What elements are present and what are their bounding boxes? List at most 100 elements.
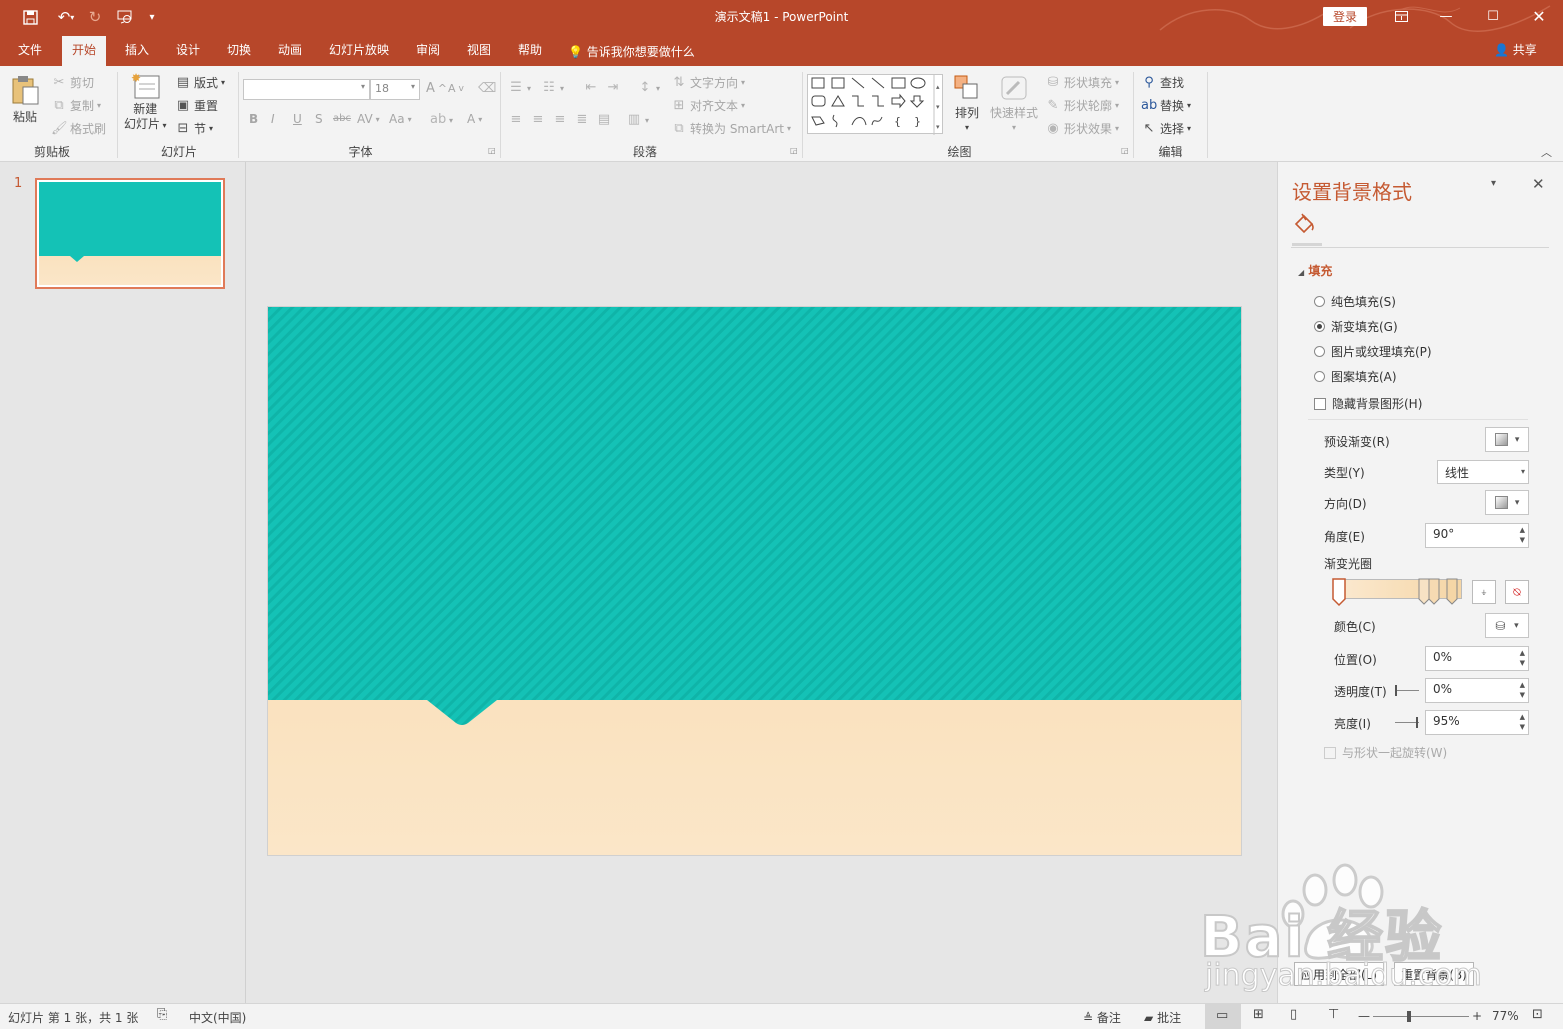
text-shadow-button[interactable]: S	[315, 112, 323, 126]
grow-font-button[interactable]: A ^	[426, 81, 447, 96]
maximize-icon[interactable]: ☐	[1481, 5, 1505, 27]
tab-view[interactable]: 视图	[462, 41, 496, 66]
shapes-gallery[interactable]: {} ▴ ▾ ▾	[807, 74, 943, 135]
strikethrough-button[interactable]: abc	[333, 113, 351, 124]
tab-animations[interactable]: 动画	[273, 41, 307, 66]
zoom-level[interactable]: 77%	[1492, 1009, 1519, 1023]
slide-thumbnail[interactable]	[35, 178, 225, 289]
paragraph-dialog-launcher-icon[interactable]: ◲	[790, 146, 798, 155]
type-dropdown[interactable]: 线性 ▾	[1437, 460, 1529, 484]
decrease-indent-button[interactable]: ⇤	[583, 80, 599, 96]
language-indicator[interactable]: 中文(中国)	[189, 1009, 246, 1026]
underline-button[interactable]: U	[293, 112, 302, 126]
shape-fill-button[interactable]: ⛁ 形状填充 ▾	[1045, 74, 1119, 91]
zoom-out-icon[interactable]: —	[1358, 1009, 1370, 1023]
align-left-button[interactable]: ≡	[508, 112, 524, 128]
hide-background-checkbox[interactable]	[1314, 397, 1326, 410]
layout-button[interactable]: ▤ 版式 ▾	[175, 74, 225, 91]
gradient-fill-radio[interactable]	[1314, 321, 1325, 332]
bold-button[interactable]: B	[249, 112, 258, 126]
apply-to-all-button[interactable]: 应用到全部(L)	[1294, 962, 1384, 986]
find-button[interactable]: ⚲ 查找	[1141, 74, 1184, 91]
gradient-stops-bar[interactable]	[1332, 578, 1462, 607]
convert-smartart-button[interactable]: ⧉ 转换为 SmartArt ▾	[671, 120, 791, 137]
justify-button[interactable]: ≣	[574, 112, 590, 128]
char-spacing-button[interactable]: AV ▾	[357, 112, 380, 126]
arrange-button[interactable]: 排列 ▾	[953, 74, 981, 132]
position-input[interactable]: 0% ▲ ▼	[1425, 646, 1529, 671]
comments-button[interactable]: ▰ 批注	[1144, 1009, 1181, 1026]
spellcheck-icon[interactable]: ⎘	[157, 1007, 167, 1022]
transparency-input[interactable]: 0% ▲ ▼	[1425, 678, 1529, 703]
zoom-slider-thumb[interactable]	[1407, 1011, 1411, 1022]
zoom-slider[interactable]	[1373, 1011, 1469, 1022]
clear-format-button[interactable]: ⌫	[478, 81, 496, 97]
font-color-button[interactable]: A ▾	[467, 112, 482, 126]
preset-gradient-dropdown[interactable]: ▾	[1485, 427, 1529, 452]
numbering-button[interactable]: ☷ ▾	[541, 80, 564, 96]
quick-styles-button[interactable]: 快速样式 ▾	[990, 74, 1038, 132]
bullets-button[interactable]: ☰ ▾	[508, 80, 531, 96]
spin-arrows-icon[interactable]: ▲ ▼	[1520, 648, 1525, 668]
highlight-button[interactable]: ab ▾	[430, 112, 453, 128]
rotate-with-shape-checkbox[interactable]	[1324, 746, 1336, 759]
reset-button[interactable]: ▣ 重置	[175, 97, 218, 114]
reset-background-button[interactable]: 重置背景(B)	[1394, 962, 1474, 986]
gradient-stop-2[interactable]	[1428, 578, 1440, 605]
tab-slideshow[interactable]: 幻灯片放映	[324, 41, 394, 66]
slide-sorter-icon[interactable]: ⊞	[1253, 1007, 1264, 1022]
solid-fill-radio[interactable]	[1314, 296, 1325, 307]
ribbon-display-options-icon[interactable]	[1389, 5, 1413, 27]
tell-me-box[interactable]: 💡 告诉我你想要做什么	[568, 43, 695, 60]
change-case-button[interactable]: Aa ▾	[389, 112, 412, 126]
pattern-fill-option[interactable]: 图案填充(A)	[1314, 368, 1397, 385]
picture-fill-option[interactable]: 图片或纹理填充(P)	[1314, 343, 1432, 360]
fit-to-window-icon[interactable]: ⊡	[1532, 1007, 1543, 1022]
normal-view-button[interactable]: ▭	[1205, 1004, 1241, 1029]
shrink-font-button[interactable]: Av	[448, 82, 464, 95]
select-button[interactable]: ↖ 选择 ▾	[1141, 120, 1191, 137]
cut-button[interactable]: ✂ 剪切	[51, 74, 94, 91]
reading-view-icon[interactable]: ▯	[1290, 1007, 1297, 1022]
pane-close-icon[interactable]: ✕	[1532, 175, 1545, 193]
align-center-button[interactable]: ≡	[530, 112, 546, 128]
slide-canvas[interactable]	[267, 306, 1242, 856]
notes-button[interactable]: ≜ 备注	[1083, 1009, 1121, 1026]
gradient-stop-3[interactable]	[1446, 578, 1458, 605]
align-right-button[interactable]: ≡	[552, 112, 568, 128]
pattern-fill-radio[interactable]	[1314, 371, 1325, 382]
login-button[interactable]: 登录	[1323, 7, 1367, 26]
spin-arrows-icon[interactable]: ▲ ▼	[1520, 680, 1525, 700]
font-dialog-launcher-icon[interactable]: ◲	[488, 146, 496, 155]
align-text-button[interactable]: ⊞ 对齐文本 ▾	[671, 97, 745, 114]
direction-dropdown[interactable]: ▾	[1485, 490, 1529, 515]
brightness-input[interactable]: 95% ▲ ▼	[1425, 710, 1529, 735]
drawing-dialog-launcher-icon[interactable]: ◲	[1121, 146, 1129, 155]
color-dropdown[interactable]: ⛁ ▾	[1485, 613, 1529, 638]
italic-button[interactable]: I	[271, 112, 275, 126]
tab-review[interactable]: 审阅	[411, 41, 445, 66]
distributed-button[interactable]: ▤	[596, 112, 612, 128]
new-slide-button[interactable]: ✸ 新建 幻灯片 ▾	[124, 72, 167, 133]
line-spacing-button[interactable]: ↕ ▾	[637, 80, 660, 96]
section-button[interactable]: ⊟ 节 ▾	[175, 120, 213, 137]
rotate-with-shape-option[interactable]: 与形状一起旋转(W)	[1324, 744, 1447, 761]
columns-button[interactable]: ▥ ▾	[626, 112, 649, 128]
picture-fill-radio[interactable]	[1314, 346, 1325, 357]
solid-fill-option[interactable]: 纯色填充(S)	[1314, 293, 1396, 310]
shape-outline-button[interactable]: ✎ 形状轮廓 ▾	[1045, 97, 1119, 114]
shape-effects-button[interactable]: ◉ 形状效果 ▾	[1045, 120, 1119, 137]
minimize-icon[interactable]: —	[1434, 5, 1458, 27]
spin-arrows-icon[interactable]: ▲ ▼	[1520, 712, 1525, 732]
replace-button[interactable]: ab 替换 ▾	[1141, 97, 1191, 114]
close-icon[interactable]: ✕	[1527, 5, 1551, 27]
transparency-slider[interactable]	[1395, 685, 1419, 696]
copy-button[interactable]: ⧉ 复制 ▾	[51, 97, 101, 114]
tab-insert[interactable]: 插入	[120, 41, 154, 66]
remove-gradient-stop-button[interactable]: ⍉	[1505, 580, 1529, 604]
gradient-fill-option[interactable]: 渐变填充(G)	[1314, 318, 1398, 335]
spin-arrows-icon[interactable]: ▲ ▼	[1520, 525, 1525, 545]
share-button[interactable]: 👤 共享	[1494, 41, 1537, 58]
tab-transitions[interactable]: 切换	[222, 41, 256, 66]
tab-home[interactable]: 开始	[62, 36, 107, 66]
